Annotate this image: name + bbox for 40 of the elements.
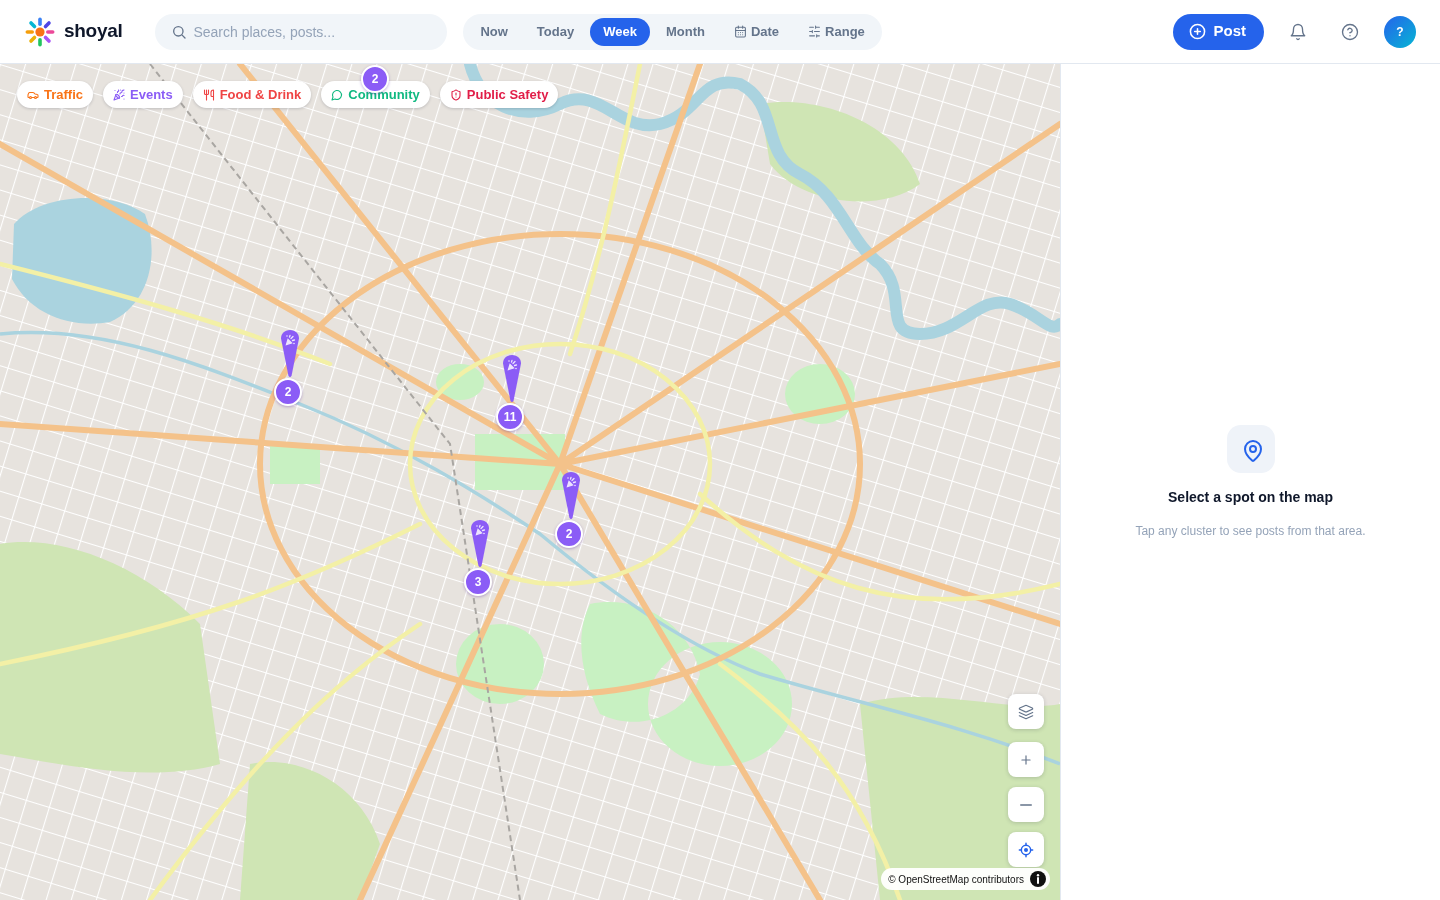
map-pin-icon[interactable] xyxy=(468,519,492,569)
attribution-text: © OpenStreetMap contributors xyxy=(888,872,1024,887)
sliders-icon xyxy=(808,25,822,38)
search-field[interactable]: Search places, posts... xyxy=(155,13,448,50)
period-tab[interactable]: Range xyxy=(795,17,878,46)
location-pin-icon xyxy=(1226,424,1275,473)
brand-name: shoyal xyxy=(64,19,123,44)
filter-chip[interactable]: Public Safety xyxy=(439,81,559,108)
logo-icon xyxy=(24,15,56,48)
fork-knife-icon xyxy=(202,88,215,101)
bell-icon xyxy=(1289,22,1307,41)
period-tab[interactable]: Month xyxy=(652,17,718,46)
map-pin-icon[interactable] xyxy=(559,471,583,521)
filter-chip[interactable]: Food & Drink xyxy=(192,81,312,108)
shield-alert-icon xyxy=(449,88,462,101)
crosshair-icon xyxy=(1018,841,1034,858)
period-tab[interactable]: Date xyxy=(720,17,793,46)
plus-icon xyxy=(1019,752,1033,767)
period-tab[interactable]: Now xyxy=(467,17,521,46)
avatar-button[interactable]: ? xyxy=(1384,15,1416,48)
filter-chip[interactable]: Events xyxy=(103,81,183,108)
layers-button[interactable] xyxy=(1008,694,1044,729)
empty-state-hint: Tap any cluster to see posts from that area. xyxy=(1135,522,1366,540)
map-pin-icon[interactable] xyxy=(500,354,524,404)
map-pin-icon[interactable] xyxy=(278,329,302,379)
info-icon[interactable] xyxy=(1030,871,1046,887)
chat-bubble-icon xyxy=(331,88,344,101)
locate-button[interactable] xyxy=(1008,832,1044,867)
confetti-icon xyxy=(113,88,125,101)
period-tab[interactable]: Week xyxy=(590,17,650,46)
layers-icon xyxy=(1018,703,1034,720)
search-icon xyxy=(171,23,188,40)
help-icon xyxy=(1341,22,1359,41)
plus-circle-icon xyxy=(1189,23,1207,40)
post-button[interactable]: Post xyxy=(1173,13,1264,50)
filter-chip[interactable]: Traffic xyxy=(17,81,93,108)
empty-state-title: Select a spot on the map xyxy=(1168,487,1333,507)
period-tab[interactable]: Today xyxy=(523,17,588,46)
minus-icon xyxy=(1020,803,1032,806)
calendar-icon xyxy=(733,25,747,38)
